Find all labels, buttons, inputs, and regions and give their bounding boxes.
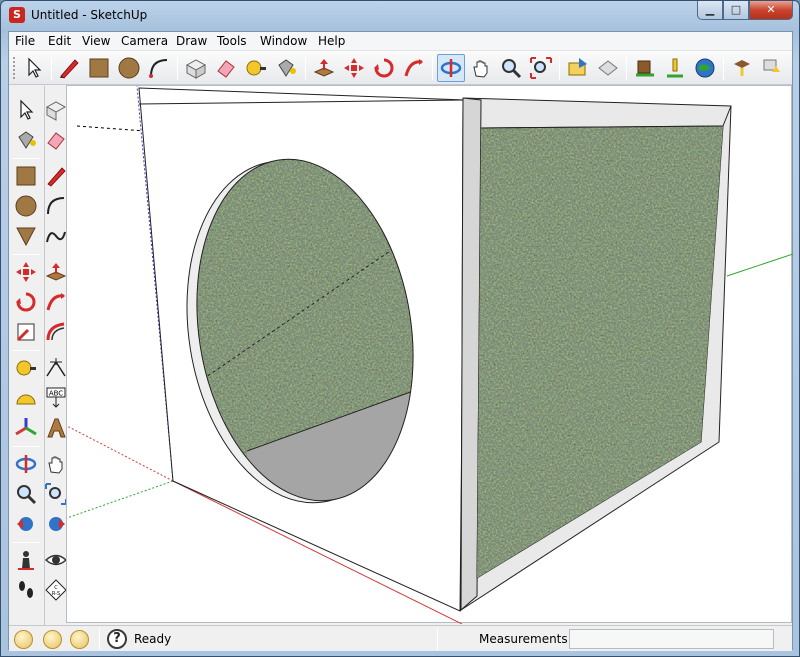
arc-tool-icon[interactable]	[145, 54, 173, 82]
maximize-button[interactable]: □	[723, 1, 749, 20]
title-bar[interactable]: S Untitled - SketchUp ▁ □ ✕	[1, 1, 799, 31]
toolbar-grip[interactable]	[13, 57, 17, 79]
share-model-tool-icon[interactable]	[594, 54, 622, 82]
preview-in-google-earth-tool-icon[interactable]	[691, 54, 719, 82]
menu-tools[interactable]: Tools	[217, 34, 247, 48]
google-signin-icon[interactable]	[70, 630, 89, 649]
toolbar-separator	[305, 56, 306, 80]
toolbar-separator	[626, 56, 627, 80]
help-icon[interactable]: ?	[107, 629, 127, 649]
tape-measure-tool-icon[interactable]	[12, 354, 40, 382]
sketchup-app-icon[interactable]: S	[9, 7, 25, 23]
menu-file[interactable]: File	[15, 34, 35, 48]
polygon-tool-icon[interactable]	[12, 222, 40, 250]
circle-tool-icon[interactable]	[12, 192, 40, 220]
rectangle-tool-icon[interactable]	[12, 162, 40, 190]
select-tool-icon[interactable]	[20, 54, 48, 82]
menu-help[interactable]: Help	[318, 34, 345, 48]
left-toolbar-separator	[12, 350, 40, 351]
status-text: Ready	[134, 632, 172, 646]
hidden-edge	[76, 125, 146, 132]
paint-bucket-tool-icon[interactable]	[272, 54, 300, 82]
left-toolbar-separator	[12, 446, 40, 447]
text-tool-label: ABC	[49, 390, 63, 398]
add-location-tool-icon[interactable]	[728, 54, 756, 82]
follow-me-tool-icon[interactable]	[400, 54, 428, 82]
left-toolbar-separator	[12, 254, 40, 255]
place-model-tool-icon[interactable]	[631, 54, 659, 82]
toolbar-separator	[723, 56, 724, 80]
credits-icon[interactable]	[43, 630, 62, 649]
tape-measure-tool-icon[interactable]	[242, 54, 270, 82]
zoom-extents-tool-icon[interactable]	[527, 54, 555, 82]
status-divider	[437, 628, 438, 650]
toolbar-separator	[51, 56, 52, 80]
move-tool-icon[interactable]	[12, 258, 40, 286]
rotate-tool-icon[interactable]	[370, 54, 398, 82]
select-tool-icon[interactable]	[12, 96, 40, 124]
measurements-label: Measurements	[479, 632, 568, 646]
green-axis-hidden	[67, 480, 174, 519]
rectangle-tool-icon[interactable]	[85, 54, 113, 82]
menu-draw[interactable]: Draw	[176, 34, 207, 48]
toolbar-separator	[559, 56, 560, 80]
circle-tool-icon[interactable]	[115, 54, 143, 82]
menu-edit[interactable]: Edit	[48, 34, 71, 48]
push-pull-tool-icon[interactable]	[310, 54, 338, 82]
previous-view-icon[interactable]	[12, 510, 40, 538]
get-photo-texture-tool-icon[interactable]	[758, 54, 786, 82]
sketchup-window: S Untitled - SketchUp ▁ □ ✕ File Edit Vi…	[0, 0, 800, 657]
make-component-tool-icon[interactable]	[182, 54, 210, 82]
toolbar-separator	[177, 56, 178, 80]
axes-tool-icon[interactable]	[12, 414, 40, 442]
main-toolbar	[9, 51, 792, 85]
window-title: Untitled - SketchUp	[31, 8, 148, 22]
scale-tool-icon[interactable]	[12, 318, 40, 346]
menu-bar: File Edit View Camera Draw Tools Window …	[9, 32, 792, 51]
paint-bucket-tool-icon[interactable]	[12, 126, 40, 154]
close-button[interactable]: ✕	[749, 1, 793, 20]
menu-view[interactable]: View	[82, 34, 110, 48]
get-models-tool-icon[interactable]	[564, 54, 592, 82]
green-axis	[726, 253, 793, 277]
status-divider	[99, 628, 100, 650]
pencil-line-tool-icon[interactable]	[55, 54, 83, 82]
pan-tool-icon[interactable]	[467, 54, 495, 82]
status-bar: ? Ready Measurements	[9, 625, 792, 651]
rotate-tool-icon[interactable]	[12, 288, 40, 316]
zoom-tool-icon[interactable]	[497, 54, 525, 82]
get-current-view-tool-icon[interactable]	[661, 54, 689, 82]
toolbar-separator	[432, 56, 433, 80]
measurements-input[interactable]	[569, 629, 774, 649]
left-toolbar-separator	[12, 158, 40, 159]
move-tool-icon[interactable]	[340, 54, 368, 82]
drawing-viewport[interactable]	[66, 85, 793, 624]
menu-camera[interactable]: Camera	[121, 34, 168, 48]
left-toolbar-separator	[12, 542, 40, 543]
zoom-tool-icon[interactable]	[12, 480, 40, 508]
minimize-button[interactable]: ▁	[697, 1, 723, 20]
orbit-tool-icon[interactable]	[12, 450, 40, 478]
position-camera-icon[interactable]	[12, 546, 40, 574]
menu-window[interactable]: Window	[260, 34, 307, 48]
geo-location-icon[interactable]	[14, 630, 33, 649]
red-axis-hidden	[67, 425, 174, 482]
section-plane-label-2: R-S	[52, 591, 60, 597]
orbit-tool-icon[interactable]	[437, 54, 465, 82]
walk-footprints-icon[interactable]	[12, 576, 40, 604]
eraser-tool-icon[interactable]	[212, 54, 240, 82]
protractor-tool-icon[interactable]	[12, 384, 40, 412]
caption-buttons: ▁ □ ✕	[697, 1, 793, 20]
left-toolbar: ABC C R-S	[9, 86, 68, 626]
